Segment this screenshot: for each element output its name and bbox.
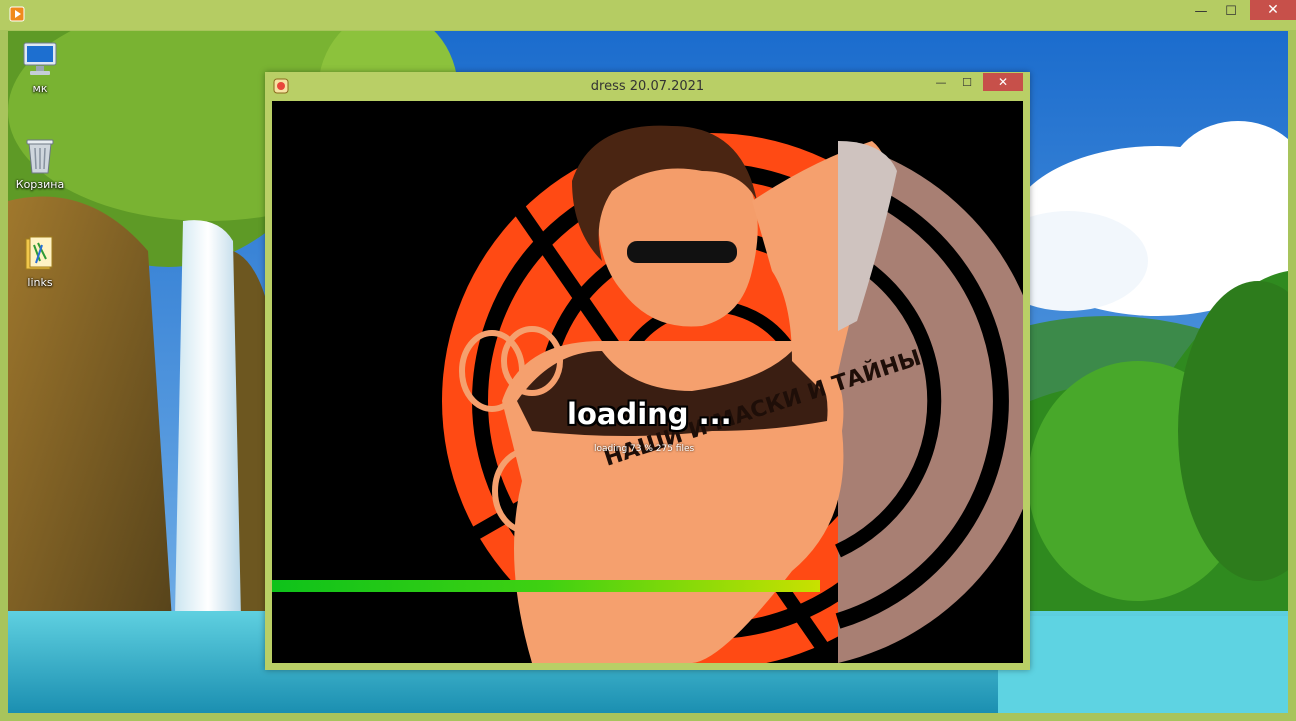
outer-titlebar: — ☐ ✕ (0, 0, 1296, 30)
app-window: dress 20.07.2021 — ☐ ✕ НАШИ И МАСКИ И ТА… (265, 72, 1030, 670)
app-logo-icon[interactable] (9, 6, 25, 22)
app-canvas[interactable]: НАШИ И МАСКИ И ТАЙНЫ loading ... loading… (272, 101, 1023, 663)
loading-progress-bar (272, 580, 1023, 592)
minimize-button[interactable]: — (928, 73, 954, 91)
desktop-icon-label: links (27, 276, 53, 289)
close-button[interactable]: ✕ (1250, 0, 1296, 20)
computer-icon (20, 39, 60, 79)
loading-progress-fill (272, 580, 821, 592)
minimize-button[interactable]: — (1186, 0, 1216, 22)
maximize-button[interactable]: ☐ (1216, 0, 1246, 22)
desktop-icon-recycle-bin[interactable]: Корзина (8, 135, 75, 191)
loading-status-text: loading 73 % 275 files (594, 444, 695, 454)
app-window-title: dress 20.07.2021 (590, 79, 705, 94)
loading-heading: loading ... (567, 397, 732, 431)
loading-artwork: НАШИ И МАСКИ И ТАЙНЫ (388, 101, 1023, 663)
desktop-icon-computer[interactable]: мк (8, 39, 75, 95)
desktop-icon-label: Корзина (15, 178, 65, 191)
desktop-icon-label: мк (32, 82, 48, 95)
folder-icon (20, 233, 60, 273)
app-window-controls: — ☐ ✕ (928, 73, 1023, 91)
outer-window-controls: — ☐ ✕ (1186, 0, 1296, 26)
maximize-button[interactable]: ☐ (954, 73, 980, 91)
recycle-bin-icon (20, 135, 60, 175)
desktop-icon-links[interactable]: links (8, 233, 75, 289)
close-button[interactable]: ✕ (983, 73, 1023, 91)
app-titlebar[interactable]: dress 20.07.2021 — ☐ ✕ (265, 72, 1030, 101)
